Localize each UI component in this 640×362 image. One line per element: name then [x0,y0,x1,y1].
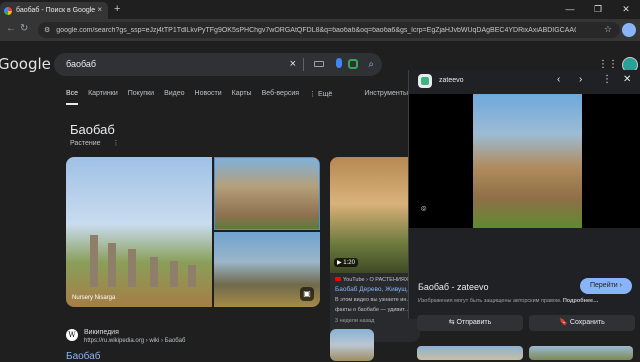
tree-trunk [170,261,178,287]
apps-grid-icon[interactable]: ⋮⋮ [598,59,618,70]
clear-icon[interactable]: × [290,53,296,76]
keyboard-icon[interactable] [314,61,324,67]
video-desc-1: В этом видео вы узнаете ин… [335,297,412,303]
tree-trunk [108,243,116,287]
tab-title: баобаб - Поиск в Google [16,7,96,14]
microphone-icon[interactable] [336,58,342,68]
tab-maps[interactable]: Карты [232,90,252,105]
more-options-icon[interactable]: ⋮ [112,140,119,147]
search-divider [303,58,304,71]
image-grid: Nursery Nisarga ▣ [66,157,320,307]
knowledge-title: Баобаб [70,122,115,137]
tab-all[interactable]: Все [66,90,79,105]
copyright-note: Изображения могут быть защищены авторски… [418,298,599,304]
browser-toolbar: ← ↻ ⚙ google.com/search?gs_ssp=eJzj4tTP1… [0,19,640,41]
profile-icon[interactable] [622,23,636,37]
panel-actions: ⇆ Отправить 🔖 Сохранить [417,315,640,331]
tab-close-icon[interactable]: × [97,5,102,14]
site-logo-icon [418,74,432,88]
minimize-button[interactable]: — [556,0,584,19]
result-title[interactable]: Баобаб [66,351,100,362]
search-tabs: Все Картинки Покупки Видео Новости Карты… [66,90,408,105]
video-card[interactable]: ▶ 1:20 YouTube › О РАСТЕНИЯХ Баобаб Дере… [330,157,420,342]
learn-more-link[interactable]: Подробнее… [563,298,599,304]
baobab-preview-image [473,94,582,228]
save-button[interactable]: 🔖 Сохранить [529,315,635,331]
next-icon[interactable]: › [579,74,582,85]
close-icon[interactable]: ✕ [623,74,631,85]
visit-button[interactable]: Перейти › [580,278,632,294]
baobab-trunk-image[interactable] [214,157,320,230]
search-box[interactable]: баобаб × ⌕ [54,53,382,76]
new-tab-button[interactable]: + [114,3,120,15]
wikipedia-thumbnail[interactable] [330,329,374,361]
video-title[interactable]: Баобаб Дерево, Живущ… Лет 🌳 [330,283,420,294]
baobab-field-image[interactable]: ▣ [214,232,320,307]
window-controls: — ❐ ✕ [556,0,640,19]
youtube-icon [335,277,341,281]
lens-search-icon[interactable]: ⌾ [421,204,426,215]
google-lens-icon[interactable] [348,59,358,69]
search-query[interactable]: баобаб [66,59,96,69]
tools-button[interactable]: Инструменты [364,90,408,105]
maximize-button[interactable]: ❐ [584,0,612,19]
tab-videos[interactable]: Видео [164,90,184,105]
search-icon[interactable]: ⌕ [368,53,374,76]
related-image[interactable] [529,346,633,360]
tab-strip: баобаб - Поиск в Google × + — ❐ ✕ [0,0,640,19]
preview-image[interactable]: ⌾ [409,94,640,228]
browser-tab[interactable]: баобаб - Поиск в Google × [0,2,108,19]
video-date: 3 недели назад [335,318,375,324]
video-duration: ▶ 1:20 [334,258,358,267]
copyright-text: Изображения могут быть защищены авторски… [418,298,562,304]
share-button[interactable]: ⇆ Отправить [417,315,523,331]
back-arrow-icon[interactable]: ← [6,23,16,34]
video-channel: YouTube › О РАСТЕНИЯХ [343,277,409,283]
more-icon[interactable]: ⋮ [602,74,612,85]
tab-web[interactable]: Веб-версия [262,90,299,105]
preview-title[interactable]: Баобаб - zateevo [418,282,489,292]
tab-shopping[interactable]: Покупки [128,90,154,105]
tree-trunk [128,249,136,287]
video-thumbnail[interactable]: ▶ 1:20 [330,157,420,273]
window-close-button[interactable]: ✕ [612,0,640,19]
video-desc-2: факты о баобабе — удивит… [335,307,411,313]
image-preview-panel: zateevo ‹ › ⋮ ✕ ⌾ Баобаб - zateevo Перей… [408,70,640,319]
gallery-icon[interactable]: ▣ [300,287,314,301]
google-favicon-icon [4,6,12,15]
prev-icon[interactable]: ‹ [557,74,560,85]
knowledge-subtitle: Растение ⋮ [70,139,119,147]
panel-site-name[interactable]: zateevo [439,77,464,84]
tab-images[interactable]: Картинки [88,90,118,105]
bookmark-star-icon[interactable]: ☆ [604,24,612,35]
related-images-strip [417,346,633,360]
address-bar[interactable]: ⚙ google.com/search?gs_ssp=eJzj4tTP1TdlL… [38,22,620,38]
tab-more[interactable]: ⋮ Ещё [309,90,332,105]
tab-news[interactable]: Новости [195,90,222,105]
result-url[interactable]: https://ru.wikipedia.org › wiki › Баобаб [84,338,185,344]
url-text: google.com/search?gs_ssp=eJzj4tTP1TdlLkv… [56,26,576,34]
tree-trunk [188,265,196,287]
video-source: YouTube › О РАСТЕНИЯХ [330,273,420,283]
result-site-name: Википедия [84,329,119,336]
baobab-avenue-image[interactable]: Nursery Nisarga [66,157,212,307]
knowledge-type: Растение [70,140,101,147]
tree-trunk [90,235,98,287]
wikipedia-icon: W [66,329,78,341]
image-caption: Nursery Nisarga [72,295,116,301]
reload-icon[interactable]: ↻ [20,23,28,34]
google-logo[interactable]: Google [0,55,51,73]
tree-trunk [150,257,158,287]
site-info-icon[interactable]: ⚙ [44,26,50,34]
related-image[interactable] [417,346,523,360]
